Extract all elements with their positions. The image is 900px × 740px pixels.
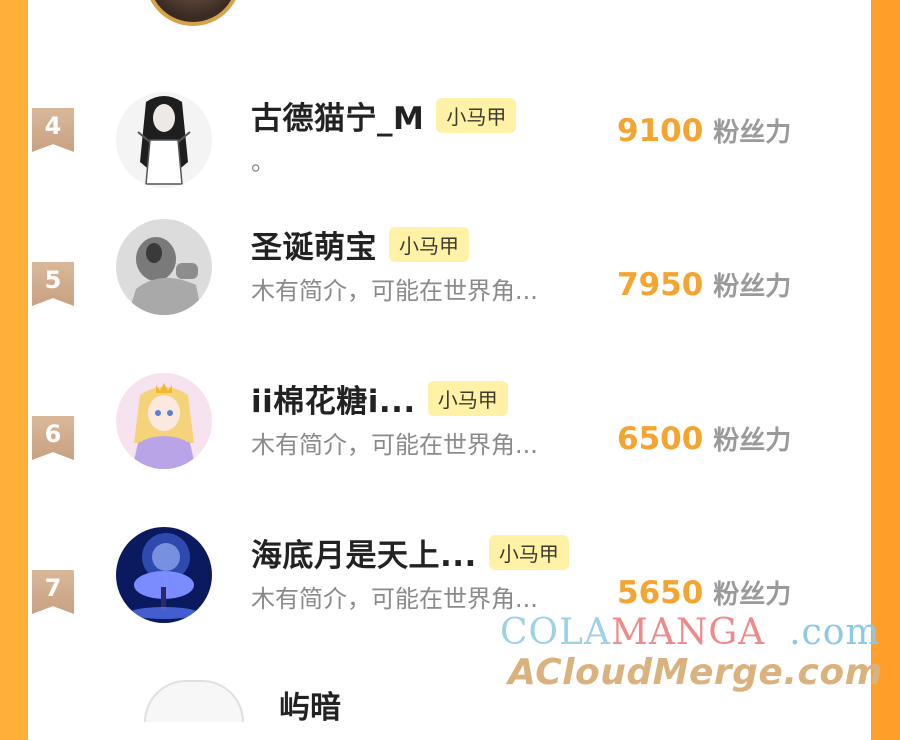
watermark-text: ACloudMerge.com bbox=[508, 652, 883, 693]
tag-badge: 小马甲 bbox=[427, 380, 508, 416]
score-unit: 粉丝力 bbox=[713, 580, 792, 610]
rank-badge: 5 bbox=[32, 262, 74, 306]
watermark-text: .com bbox=[789, 612, 881, 653]
score-value: 9100 bbox=[617, 113, 704, 149]
score-value: 7950 bbox=[617, 267, 704, 303]
tag-badge: 小马甲 bbox=[389, 226, 469, 262]
fan-power-score: 6500 粉丝力 bbox=[617, 420, 791, 457]
avatar[interactable] bbox=[116, 92, 212, 188]
list-item[interactable]: 6 ii棉花糖i... 小马甲 木有简介，可能在世界角... 6500 粉丝力 bbox=[0, 373, 843, 520]
user-name[interactable]: 屿暗 bbox=[279, 682, 341, 727]
score-unit: 粉丝力 bbox=[713, 118, 792, 148]
rank-badge: 4 bbox=[32, 108, 74, 152]
fan-power-score: 7950 粉丝力 bbox=[617, 266, 791, 303]
avatar[interactable] bbox=[116, 219, 212, 315]
score-unit: 粉丝力 bbox=[713, 272, 792, 302]
list-item[interactable]: 5 圣诞萌宝 小马甲 木有简介，可能在世界角... 7950 粉丝力 bbox=[0, 219, 843, 366]
fan-power-score: 9100 粉丝力 bbox=[617, 112, 791, 149]
avatar[interactable] bbox=[116, 373, 212, 469]
user-name[interactable]: 圣诞萌宝 bbox=[251, 222, 377, 267]
user-bio: 。 bbox=[251, 148, 275, 176]
user-name[interactable]: 海底月是天上... bbox=[251, 530, 477, 575]
avatar[interactable] bbox=[116, 527, 212, 623]
rank-badge: 6 bbox=[32, 416, 74, 460]
user-bio: 木有简介，可能在世界角... bbox=[251, 431, 538, 459]
user-name[interactable]: ii棉花糖i... bbox=[251, 376, 416, 421]
watermark-text: COLA bbox=[500, 612, 611, 653]
user-bio: 木有简介，可能在世界角... bbox=[251, 277, 538, 305]
user-bio: 木有简介，可能在世界角... bbox=[251, 585, 538, 613]
score-value: 5650 bbox=[617, 575, 704, 611]
rank-badge: 7 bbox=[32, 570, 74, 614]
watermark-text: MANGA bbox=[610, 612, 766, 653]
user-name[interactable]: 古德猫宁_M bbox=[251, 93, 424, 138]
tag-badge: 小马甲 bbox=[436, 97, 517, 133]
fan-power-score: 5650 粉丝力 bbox=[617, 574, 791, 611]
tag-badge: 小马甲 bbox=[488, 534, 569, 570]
watermark: COLAMANGA .com bbox=[500, 612, 881, 653]
list-item[interactable]: 4 古德猫宁_M 小马甲 。 9100 粉丝力 bbox=[0, 92, 843, 212]
score-unit: 粉丝力 bbox=[713, 426, 792, 456]
score-value: 6500 bbox=[617, 421, 704, 457]
